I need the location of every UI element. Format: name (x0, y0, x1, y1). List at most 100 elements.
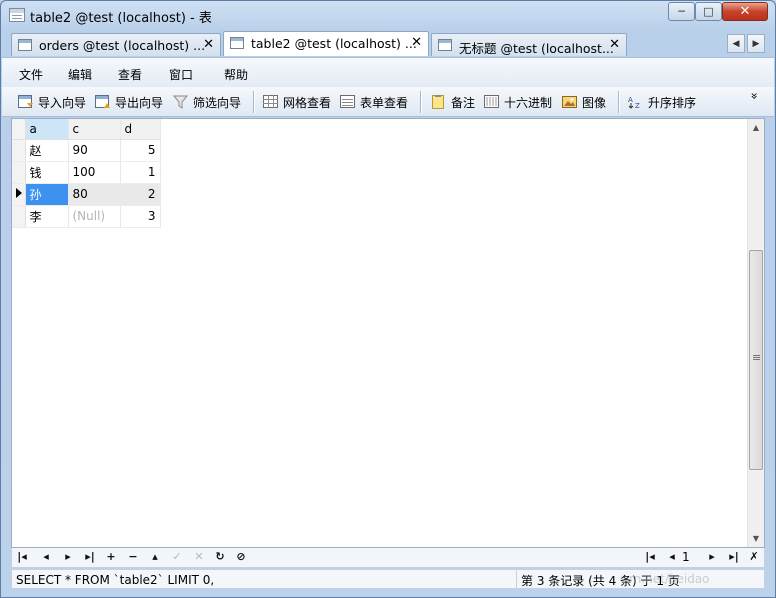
menu-window[interactable]: 窗口 (169, 66, 193, 83)
delete-record-icon[interactable]: − (125, 550, 141, 563)
export-wizard-icon (95, 95, 111, 109)
cell-c[interactable]: 100 (68, 161, 121, 184)
filter-wizard-button[interactable]: 筛选向导 (172, 93, 242, 111)
table-row[interactable]: 李 (Null) 3 (12, 205, 161, 228)
cell-a-selected[interactable]: 孙 (25, 183, 69, 206)
cell-a[interactable]: 赵 (25, 139, 69, 162)
sort-ascending-button[interactable]: AZ 升序排序 (628, 93, 696, 111)
sql-status: SELECT * FROM `table2` LIMIT 0, (16, 573, 215, 587)
post-edit-icon[interactable]: ▴ (147, 550, 163, 563)
scroll-up-icon[interactable]: ▲ (748, 119, 764, 136)
tab-scroll-left-button[interactable]: ◀ (727, 34, 745, 53)
toolbar-overflow-icon[interactable]: » (747, 92, 761, 99)
tab-untitled-query[interactable]: 无标题 @test (localhost... ✕ (431, 33, 627, 56)
apply-changes-icon[interactable]: ✓ (169, 550, 185, 563)
tab-close-icon[interactable]: ✕ (411, 35, 422, 50)
table-icon (18, 39, 32, 51)
column-header-c[interactable]: c (68, 119, 121, 140)
menu-help[interactable]: 帮助 (224, 66, 248, 83)
window-title: table2 @test (localhost) - 表 (30, 11, 212, 26)
first-page-icon[interactable]: |◂ (642, 550, 658, 563)
tab-close-icon[interactable]: ✕ (609, 37, 620, 52)
tab-label: 无标题 @test (localhost... (459, 41, 614, 56)
row-indicator[interactable] (12, 161, 26, 184)
toolbar-label: 导入向导 (38, 95, 87, 110)
hex-button[interactable]: 十六进制 (484, 93, 552, 111)
cell-d[interactable]: 1 (120, 161, 161, 184)
cell-d[interactable]: 5 (120, 139, 161, 162)
first-record-icon[interactable]: |◂ (14, 550, 30, 563)
query-icon (438, 39, 452, 51)
export-wizard-button[interactable]: 导出向导 (95, 93, 163, 111)
table-row[interactable]: 钱 100 1 (12, 161, 161, 184)
tab-scroll-right-button[interactable]: ▶ (747, 34, 765, 53)
cell-d[interactable]: 3 (120, 205, 161, 228)
last-record-icon[interactable]: ▸| (82, 550, 98, 563)
tab-label: orders @test (localhost) ... (39, 38, 206, 53)
form-view-icon (340, 95, 356, 109)
tab-table2[interactable]: table2 @test (localhost) ... ✕ (223, 31, 429, 56)
window-controls: ─ □ ✕ (668, 2, 768, 21)
memo-button[interactable]: 备注 (431, 93, 475, 111)
table-row[interactable]: 赵 90 5 (12, 139, 161, 162)
image-icon (562, 95, 578, 109)
table-row-current[interactable]: 孙 80 2 (12, 183, 161, 206)
scroll-down-icon[interactable]: ▼ (748, 530, 764, 547)
menu-file[interactable]: 文件 (19, 66, 43, 83)
toolbar-label: 筛选向导 (193, 95, 242, 110)
cell-a[interactable]: 钱 (25, 161, 69, 184)
toolbar-separator (420, 91, 421, 113)
row-indicator[interactable] (12, 205, 26, 228)
discard-changes-icon[interactable]: ✕ (191, 550, 207, 563)
scroll-thumb[interactable] (749, 250, 763, 470)
cell-a[interactable]: 李 (25, 205, 69, 228)
tab-label: table2 @test (localhost) ... (251, 36, 417, 51)
row-indicator[interactable] (12, 183, 26, 206)
form-view-button[interactable]: 表单查看 (340, 93, 408, 111)
minimize-button[interactable]: ─ (668, 2, 695, 21)
cell-c-null[interactable]: (Null) (68, 205, 121, 228)
next-page-icon[interactable]: ▸ (704, 550, 720, 563)
svg-text:Z: Z (635, 102, 640, 109)
row-indicator-header (12, 119, 26, 140)
page-number[interactable]: 1 (682, 550, 690, 564)
cell-d[interactable]: 2 (120, 183, 161, 206)
cell-c[interactable]: 90 (68, 139, 121, 162)
tab-close-icon[interactable]: ✕ (203, 37, 214, 52)
memo-icon (431, 95, 447, 109)
toolbar-label: 导出向导 (115, 95, 164, 110)
add-record-icon[interactable]: + (103, 550, 119, 563)
table-icon (9, 8, 25, 22)
toolbar: 导入向导 导出向导 筛选向导 网格查看 表单查看 备注 十六进制 图像 A Z … (2, 87, 774, 117)
toolbar-label: 网格查看 (283, 95, 332, 110)
grid-view-button[interactable]: 网格查看 (263, 93, 331, 111)
row-indicator[interactable] (12, 139, 26, 162)
column-header-d[interactable]: d (120, 119, 161, 140)
tab-orders[interactable]: orders @test (localhost) ... ✕ (11, 33, 221, 56)
scroll-grip-icon (753, 355, 760, 356)
refresh-icon[interactable]: ↻ (212, 550, 228, 563)
previous-page-icon[interactable]: ◂ (664, 550, 680, 563)
close-button[interactable]: ✕ (722, 2, 768, 21)
record-navigation-bar: |◂ ◂ ▸ ▸| + − ▴ ✓ ✕ ↻ ⊘ |◂ ◂ 1 ▸ ▸| ✗ (11, 548, 765, 568)
sort-ascending-icon: AZ (628, 95, 644, 110)
import-wizard-button[interactable]: 导入向导 (18, 93, 86, 111)
table-icon (230, 37, 244, 49)
vertical-scrollbar[interactable]: ▲ ▼ (747, 119, 764, 547)
settings-tools-icon[interactable]: ✗ (746, 550, 762, 563)
watermark: rn.net/beidao (629, 572, 710, 586)
menu-edit[interactable]: 编辑 (68, 66, 92, 83)
column-header-a[interactable]: a (25, 119, 69, 140)
previous-record-icon[interactable]: ◂ (38, 550, 54, 563)
last-page-icon[interactable]: ▸| (726, 550, 742, 563)
toolbar-label: 表单查看 (360, 95, 409, 110)
next-record-icon[interactable]: ▸ (60, 550, 76, 563)
toolbar-label: 十六进制 (504, 95, 553, 110)
import-wizard-icon (18, 95, 34, 109)
stop-icon[interactable]: ⊘ (233, 550, 249, 563)
toolbar-separator (253, 91, 254, 113)
maximize-button[interactable]: □ (695, 2, 722, 21)
image-button[interactable]: 图像 (562, 93, 606, 111)
menu-view[interactable]: 查看 (118, 66, 142, 83)
cell-c[interactable]: 80 (68, 183, 121, 206)
